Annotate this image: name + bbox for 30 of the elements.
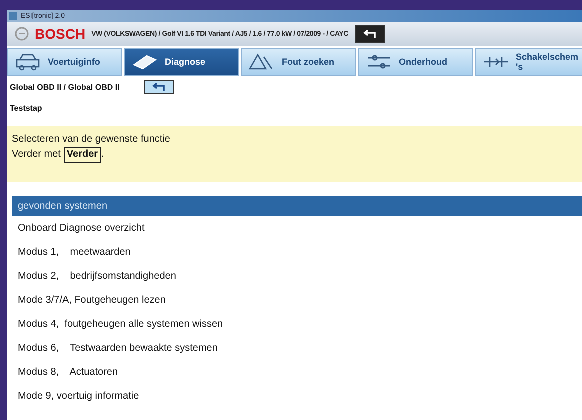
instruction-text: Verder met (12, 148, 61, 162)
tab[interactable]: Diagnose (124, 48, 239, 76)
tab[interactable]: Onderhoud (358, 48, 473, 76)
breadcrumb: Global OBD II / Global OBD II (10, 82, 120, 92)
list-header: gevonden systemen (12, 196, 582, 216)
return-arrow-icon (150, 82, 167, 92)
key-label: Verder (64, 147, 102, 163)
tools-icon (365, 53, 393, 71)
back-button[interactable] (354, 25, 385, 43)
tab[interactable]: Voertuiginfo (7, 48, 122, 76)
list-item[interactable]: Onboard Diagnose overzicht (18, 216, 582, 240)
logo-icon (15, 27, 29, 41)
list-item[interactable]: Modus 6, Testwaarden bewaakte systemen (18, 336, 582, 360)
back-button[interactable] (144, 80, 174, 94)
connector-icon (131, 53, 159, 71)
car-icon (14, 53, 42, 71)
list-item[interactable]: Modus 8, Actuatoren (18, 360, 582, 384)
step-label: Teststap (10, 104, 42, 113)
period-text: . (101, 148, 104, 162)
app-icon (9, 12, 17, 20)
instruction-text: Selecteren van de gewenste functie (12, 133, 170, 147)
return-arrow-icon (362, 30, 378, 38)
list-item[interactable]: Mode 9, voertuig informatie (18, 384, 582, 408)
tab[interactable]: Fout zoeken (241, 48, 356, 76)
list-item[interactable]: Modus 1, meetwaarden (18, 240, 582, 264)
list-item[interactable]: Mode 3/7/A, Foutgeheugen lezen (18, 288, 582, 312)
list-item[interactable]: Modus 4, foutgeheugen alle systemen wissen (18, 312, 582, 336)
tab[interactable]: Schakelschem 's (475, 48, 582, 76)
brand-logo: BOSCH (35, 26, 86, 42)
list-item[interactable]: Modus 2, bedrijfsomstandigheden (18, 264, 582, 288)
